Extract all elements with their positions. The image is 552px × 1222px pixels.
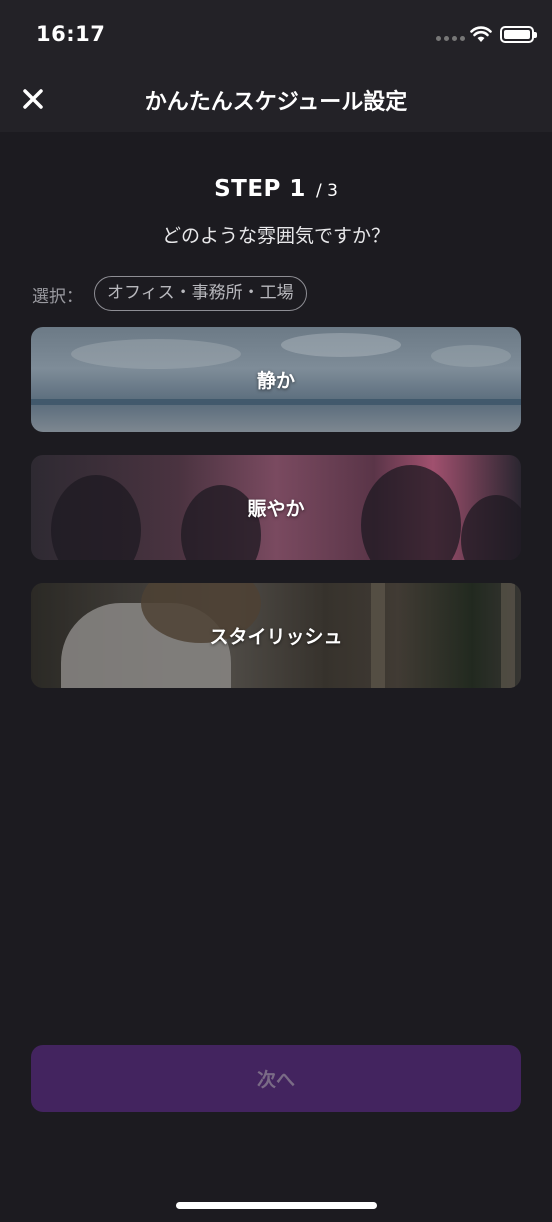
step-total: / 3 <box>315 181 338 201</box>
battery-icon <box>500 26 537 43</box>
nav-bar: かんたんスケジュール設定 <box>0 66 552 132</box>
step-question: どのような雰囲気ですか？ <box>161 225 390 247</box>
status-bar: 16:17 <box>0 0 552 66</box>
next-button[interactable]: 次へ <box>31 1045 521 1112</box>
home-indicator[interactable] <box>176 1202 377 1209</box>
option-label: スタイリッシュ <box>209 626 343 648</box>
wifi-icon <box>470 26 492 42</box>
option-card-lively[interactable]: 賑やか <box>31 455 521 560</box>
option-card-quiet[interactable]: 静か <box>31 327 521 432</box>
option-label: 静か <box>256 370 295 392</box>
step-label: STEP 1 <box>214 176 306 202</box>
status-time: 16:17 <box>36 22 106 46</box>
cellular-signal-icon <box>436 36 465 41</box>
selection-chip: オフィス・事務所・工場 <box>94 276 307 311</box>
step-indicator: STEP 1 / 3 <box>0 176 552 202</box>
page-title: かんたんスケジュール設定 <box>144 90 408 115</box>
screen: 16:17 かんたんスケジュール設定 STEP 1 / 3 どのような雰囲気ですか… <box>0 0 552 1222</box>
selection-label: 選択： <box>32 287 83 307</box>
option-label: 賑やか <box>247 498 305 520</box>
option-card-stylish[interactable]: スタイリッシュ <box>31 583 521 688</box>
